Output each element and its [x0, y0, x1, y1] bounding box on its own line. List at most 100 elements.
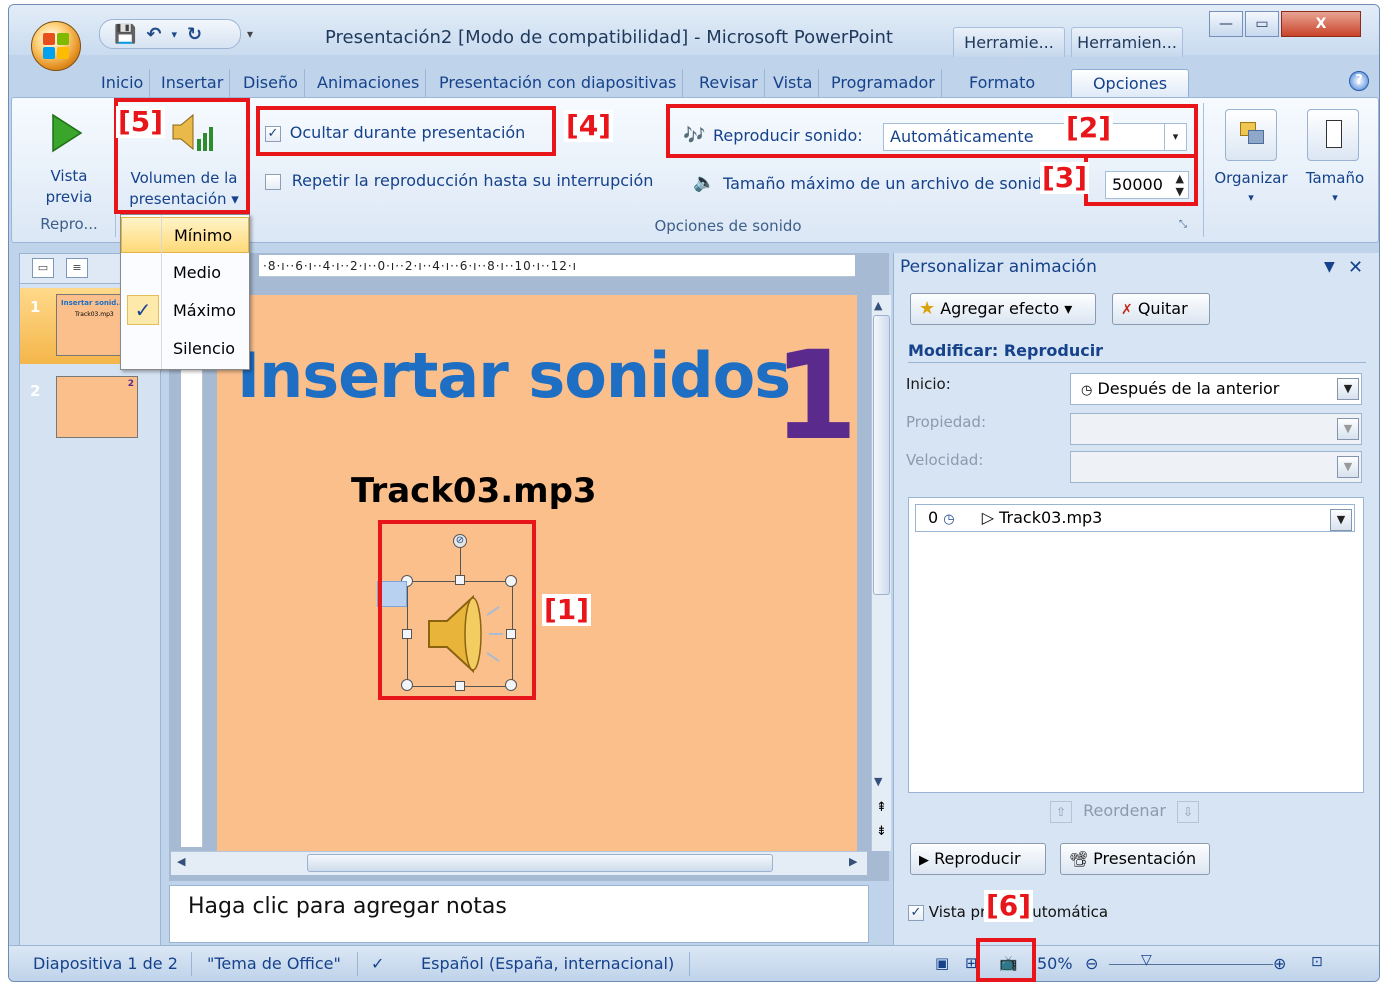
play-button[interactable]: ▶ Reproducir	[910, 843, 1046, 875]
prev-slide-icon[interactable]: ⇞	[876, 801, 887, 814]
normal-view-icon[interactable]: ▣	[935, 954, 949, 972]
add-effect-button[interactable]: ★ Agregar efecto ▾	[910, 293, 1096, 325]
track-label[interactable]: Track03.mp3	[351, 471, 597, 511]
contextual-tab-1[interactable]: Herramie...	[953, 27, 1065, 57]
chevron-down-icon[interactable]: ▼	[1330, 509, 1352, 531]
fit-to-window-icon[interactable]: ⊡	[1311, 954, 1323, 970]
preview-label-1: Vista	[50, 167, 88, 185]
taskpane-menu-icon[interactable]: ▼	[1324, 259, 1335, 275]
undo-icon[interactable]: ↶	[146, 24, 161, 45]
move-up-icon[interactable]: ⇧	[1050, 801, 1072, 823]
maximize-button[interactable]: ▭	[1245, 11, 1279, 37]
size-button[interactable]: Tamaño ▾	[1295, 105, 1375, 215]
tab-animaciones[interactable]: Animaciones	[311, 69, 427, 97]
vertical-scroll-thumb[interactable]	[873, 315, 890, 595]
animation-list-item[interactable]: 0 ◷ ▷ Track03.mp3 ▼	[915, 504, 1355, 532]
tab-opciones[interactable]: Opciones	[1071, 69, 1189, 97]
taskpane-close-icon[interactable]: ✕	[1348, 257, 1363, 278]
arrange-chevron-icon: ▾	[1248, 191, 1254, 204]
property-select: ▼	[1070, 413, 1362, 445]
tab-insertar[interactable]: Insertar	[155, 69, 231, 97]
max-size-label: Tamaño máximo de un archivo de sonid	[723, 174, 1043, 193]
language[interactable]: Español (España, internacional)	[421, 954, 674, 973]
tab-programador[interactable]: Programador	[825, 69, 942, 97]
theme-name[interactable]: "Tema de Office"	[207, 954, 341, 973]
slideshow-label: Presentación	[1093, 849, 1197, 868]
sound-file-icon: 🔈	[693, 172, 716, 193]
speed-select: ▼	[1070, 451, 1362, 483]
horizontal-scrollbar[interactable]: ◀ ▶	[171, 851, 867, 875]
preview-button[interactable]: Vista previa	[29, 105, 109, 213]
zoom-in-icon[interactable]: ⊕	[1273, 954, 1286, 973]
annotation-box-1	[378, 520, 536, 700]
tab-presentacion[interactable]: Presentación con diapositivas	[433, 69, 684, 97]
zoom-slider-thumb-icon[interactable]: ▽	[1141, 952, 1152, 968]
slideshow-icon: 📽	[1069, 850, 1089, 868]
tab-revisar[interactable]: Revisar	[693, 69, 765, 97]
volume-option-silencio[interactable]: Silencio	[121, 331, 249, 367]
clock-icon: ◷	[943, 512, 955, 527]
start-label: Inicio:	[906, 375, 951, 393]
chevron-down-icon[interactable]: ▼	[1337, 378, 1359, 400]
annotation-label-6: [6]	[984, 889, 1034, 922]
clock-icon: ◷	[1081, 383, 1093, 398]
redo-icon[interactable]: ↻	[187, 24, 202, 45]
preview-label-2: previa	[45, 188, 93, 206]
remove-button[interactable]: ✗ Quitar	[1112, 293, 1210, 325]
dialog-launcher-icon[interactable]: ⤡	[1179, 219, 1191, 231]
loop-option[interactable]: Repetir la reproducción hasta su interru…	[265, 171, 685, 197]
slide-big-number: 1	[773, 325, 858, 467]
slides-tab-icon[interactable]: ▭	[32, 258, 54, 278]
undo-dropdown-icon[interactable]: ▾	[172, 28, 178, 41]
contextual-tab-2[interactable]: Herramien...	[1071, 27, 1183, 57]
annotation-label-5: [5]	[116, 105, 166, 138]
sound-options-group-label: Opciones de sonido	[654, 217, 802, 235]
quick-access-toolbar: 💾 ↶ ▾ ↻	[99, 19, 241, 49]
vertical-scrollbar[interactable]: ▲ ▼ ⇞ ⇟	[871, 295, 891, 851]
custom-animation-pane: Personalizar animación ▼ ✕ ★ Agregar efe…	[893, 253, 1379, 945]
office-button[interactable]	[31, 21, 81, 71]
arrange-button[interactable]: Organizar ▾	[1209, 105, 1293, 215]
slide-thumb-row-2[interactable]: 2 2	[20, 372, 160, 444]
slide-title[interactable]: Insertar sonidos	[237, 339, 791, 412]
loop-checkbox[interactable]	[265, 173, 281, 190]
thumb-badge: 2	[127, 379, 134, 389]
autopreview-checkbox[interactable]: ✓	[908, 904, 924, 921]
autopreview-option[interactable]: ✓ Vista pr utomática	[908, 903, 1208, 927]
outline-tab-icon[interactable]: ≡	[66, 258, 88, 278]
horizontal-scroll-thumb[interactable]	[307, 854, 773, 872]
volume-option-minimo[interactable]: Mínimo	[121, 217, 249, 253]
spellcheck-icon[interactable]: ✓	[371, 954, 384, 973]
tab-inicio[interactable]: Inicio	[95, 69, 151, 97]
help-icon[interactable]: ?	[1349, 71, 1369, 91]
minimize-button[interactable]: —	[1209, 11, 1243, 37]
move-down-icon[interactable]: ⇩	[1177, 801, 1200, 823]
start-select[interactable]: ◷ Después de la anterior ▼	[1070, 373, 1362, 405]
zoom-slider[interactable]	[1109, 964, 1273, 965]
annotation-label-3: [3]	[1040, 161, 1090, 194]
zoom-level[interactable]: 50%	[1037, 954, 1073, 973]
close-button[interactable]: X	[1281, 11, 1361, 37]
tab-vista[interactable]: Vista	[767, 69, 820, 97]
loop-label: Repetir la reproducción hasta su interru…	[291, 171, 654, 190]
star-icon: ★	[919, 298, 936, 319]
tab-diseno[interactable]: Diseño	[237, 69, 305, 97]
office-logo-icon	[43, 33, 69, 59]
group-label-repro: Repro...	[40, 215, 98, 233]
tab-formato[interactable]: Formato	[963, 69, 1041, 97]
animation-item-name: Track03.mp3	[999, 508, 1103, 527]
zoom-out-icon[interactable]: ⊖	[1085, 954, 1098, 973]
next-slide-icon[interactable]: ⇟	[876, 825, 887, 838]
remove-icon: ✗	[1121, 302, 1133, 318]
annotation-box-2	[666, 104, 1198, 158]
window-title: Presentación2 [Modo de compatibilidad] -…	[325, 27, 893, 48]
slide-canvas[interactable]: Insertar sonidos 1 Track03.mp3 ⊘	[217, 295, 858, 851]
arrange-label: Organizar	[1214, 169, 1288, 187]
customize-qat-icon[interactable]: ▾	[247, 27, 259, 41]
save-icon[interactable]: 💾	[114, 24, 136, 45]
slideshow-button[interactable]: 📽 Presentación	[1060, 843, 1210, 875]
reorder-control: ⇧ Reordenar ⇩	[1050, 801, 1260, 827]
notes-pane[interactable]: Haga clic para agregar notas	[169, 885, 869, 943]
volume-option-medio[interactable]: Medio	[121, 255, 249, 291]
volume-option-maximo[interactable]: Máximo	[121, 293, 249, 329]
